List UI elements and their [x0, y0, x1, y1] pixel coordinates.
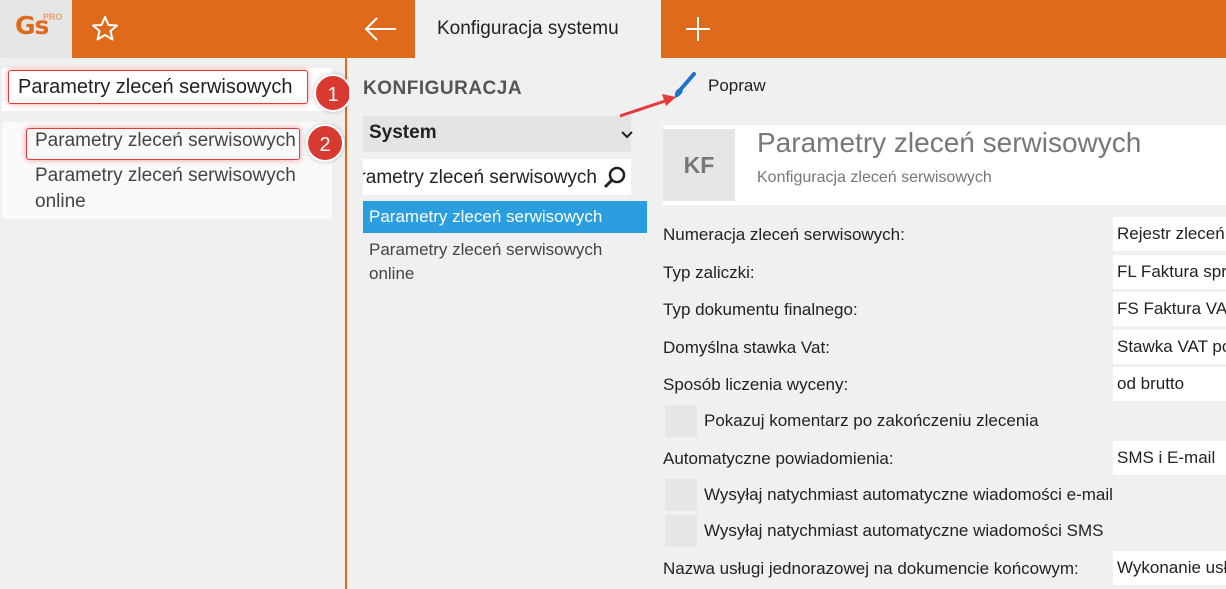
field-stawka-vat: Domyślna stawka Vat: Stawka VAT podstawo…: [663, 330, 1226, 364]
record-header: KF Parametry zleceń serwisowych Konfigur…: [663, 125, 1226, 205]
checkbox-sms[interactable]: [665, 515, 697, 547]
search-result-item[interactable]: Parametry zleceń serwisowych: [35, 130, 296, 152]
configuration-nav-pane: KONFIGURACJA System Parametry zleceń ser…: [349, 58, 649, 589]
field-value: od brutto: [1113, 367, 1226, 401]
field-numeracja: Numeracja zleceń serwisowych: Rejestr zl…: [663, 217, 1226, 251]
category-select[interactable]: System: [363, 116, 633, 152]
checkbox-label: Pokazuj komentarz po zakończeniu zleceni…: [704, 411, 1039, 430]
config-search-input[interactable]: Parametry zleceń serwisowych: [363, 159, 631, 195]
field-label: Typ dokumentu finalnego:: [663, 300, 858, 319]
config-search-value: Parametry zleceń serwisowych: [363, 167, 597, 188]
field-label: Sposób liczenia wyceny:: [663, 375, 849, 394]
details-pane: Popraw KF Parametry zleceń serwisowych K…: [651, 58, 1226, 589]
field-value: FL Faktura sprzedaży: [1113, 255, 1226, 289]
field-nazwa-uslugi: Nazwa usługi jednorazowej na dokumencie …: [663, 551, 1226, 585]
logo-pro-label: PRO: [43, 12, 63, 22]
brush-icon: [674, 72, 696, 98]
checkbox-row-komentarz: Pokazuj komentarz po zakończeniu zleceni…: [663, 405, 1226, 439]
field-label: Domyślna stawka Vat:: [663, 338, 830, 357]
checkbox-label: Wysyłaj natychmiast automatyczne wiadomo…: [704, 485, 1113, 504]
field-sposob-liczenia: Sposób liczenia wyceny: od brutto: [663, 367, 1226, 401]
field-typ-dokumentu: Typ dokumentu finalnego: FS Faktura VAT: [663, 292, 1226, 326]
field-value: Wykonanie usługi: [1113, 551, 1226, 585]
config-item-label: Parametry zleceń serwisowych: [369, 207, 603, 226]
checkbox-row-email: Wysyłaj natychmiast automatyczne wiadomo…: [663, 479, 1226, 513]
top-bar: Gs PRO Konfiguracja systemu: [0, 0, 1226, 58]
global-search-input[interactable]: Parametry zleceń serwisowych ✕: [2, 68, 332, 111]
star-icon: [92, 16, 118, 41]
field-typ-zaliczki: Typ zaliczki: FL Faktura sprzedaży: [663, 255, 1226, 289]
search-icon[interactable]: [603, 165, 627, 189]
field-value: Stawka VAT podstawowa: [1113, 330, 1226, 364]
field-label: Typ zaliczki:: [663, 263, 755, 282]
app-logo[interactable]: Gs PRO: [0, 0, 72, 58]
arrow-left-icon: [364, 17, 396, 41]
field-powiadomienia: Automatyczne powiadomienia: SMS i E-mail: [663, 441, 1226, 475]
edit-label: Popraw: [708, 76, 766, 95]
search-results-list: Parametry zleceń serwisowych Parametry z…: [2, 122, 332, 219]
field-value: SMS i E-mail: [1113, 441, 1226, 475]
favorite-button[interactable]: [88, 12, 122, 46]
checkbox-row-sms: Wysyłaj natychmiast automatyczne wiadomo…: [663, 515, 1226, 549]
global-search-value: Parametry zleceń serwisowych: [18, 76, 293, 98]
category-select-value: System: [369, 122, 437, 143]
checkbox-email[interactable]: [665, 479, 697, 511]
chevron-down-icon: [621, 131, 633, 139]
field-label: Nazwa usługi jednorazowej na dokumencie …: [663, 559, 1079, 578]
record-subtitle: Konfiguracja zleceń serwisowych: [757, 169, 992, 186]
config-item[interactable]: Parametry zleceń serwisowych online: [369, 238, 639, 286]
section-heading: KONFIGURACJA: [363, 78, 523, 99]
record-title: Parametry zleceń serwisowych: [757, 127, 1142, 158]
checkbox-komentarz[interactable]: [665, 405, 697, 437]
tab-title: Konfiguracja systemu: [437, 18, 619, 39]
step-badge-1: 1: [314, 74, 352, 112]
field-value: FS Faktura VAT: [1113, 292, 1226, 326]
step-badge-2: 2: [306, 124, 344, 162]
search-result-item[interactable]: Parametry zleceń serwisowych online: [35, 163, 315, 215]
checkbox-label: Wysyłaj natychmiast automatyczne wiadomo…: [704, 521, 1104, 540]
new-tab-button[interactable]: [681, 12, 715, 46]
field-label: Automatyczne powiadomienia:: [663, 449, 894, 468]
back-button[interactable]: [362, 12, 400, 46]
tab-konfiguracja-systemu[interactable]: Konfiguracja systemu: [415, 0, 661, 58]
search-results-pane: Parametry zleceń serwisowych ✕ Parametry…: [0, 58, 347, 589]
config-item-selected[interactable]: Parametry zleceń serwisowych: [363, 201, 647, 233]
field-label: Numeracja zleceń serwisowych:: [663, 225, 905, 244]
field-value: Rejestr zleceń: [1113, 217, 1226, 251]
plus-icon: [686, 17, 710, 41]
record-tile: KF: [663, 129, 735, 201]
